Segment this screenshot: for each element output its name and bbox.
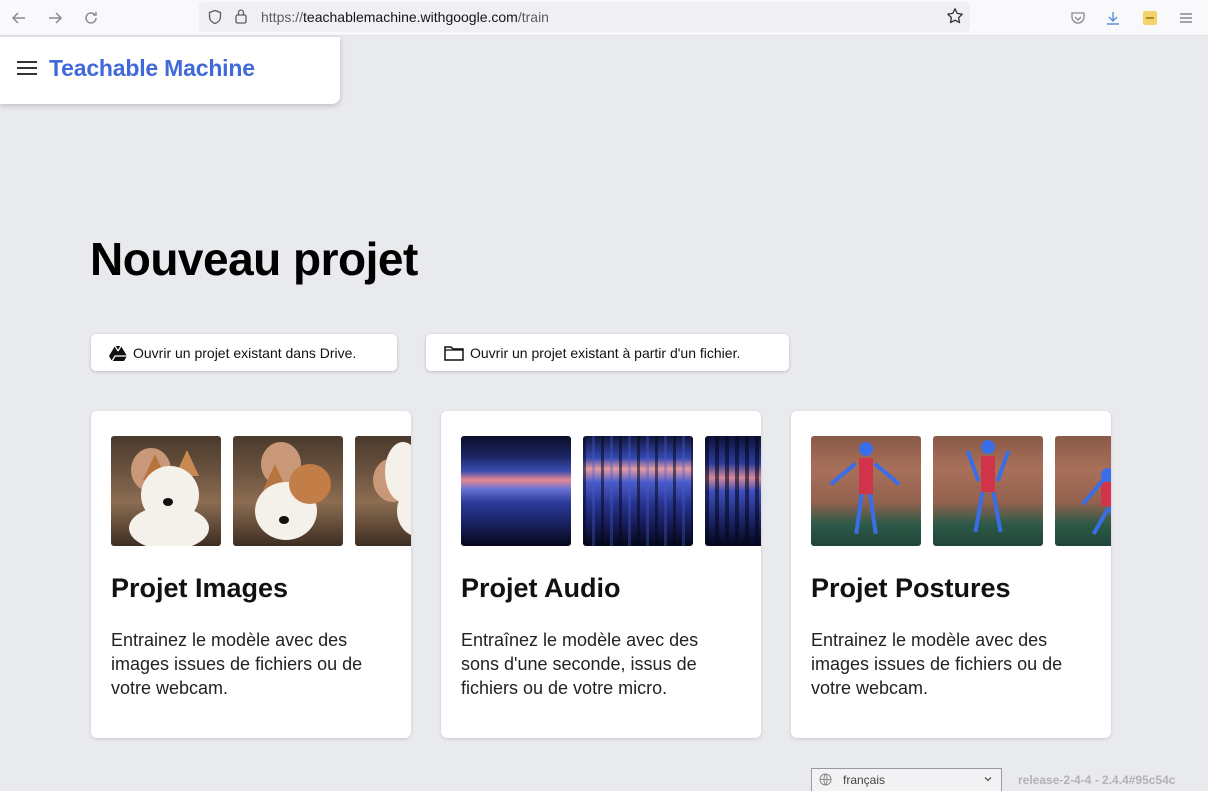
thumbnail-image: [355, 436, 411, 546]
google-drive-icon: [109, 345, 127, 361]
hamburger-menu-icon[interactable]: [1174, 6, 1198, 30]
pose-image: [933, 436, 1043, 546]
app-header: Teachable Machine: [0, 37, 340, 104]
image-project-card[interactable]: Projet Images Entrainez le modèle avec d…: [91, 411, 411, 738]
back-arrow-icon[interactable]: [7, 6, 31, 30]
card-title: Projet Audio: [461, 573, 621, 603]
audio-thumbnails: [461, 436, 761, 546]
card-title: Projet Postures: [811, 573, 1011, 603]
lock-icon[interactable]: [234, 8, 248, 29]
release-version: release-2-4-4 - 2.4.4#95c54c: [1018, 773, 1176, 787]
page-title: Nouveau projet: [90, 233, 418, 285]
card-description: Entrainez le modèle avec des images issu…: [111, 630, 363, 698]
pose-image: [811, 436, 921, 546]
open-drive-label: Ouvrir un projet existant dans Drive.: [133, 344, 357, 361]
language-value: français: [843, 773, 886, 787]
extension-icon[interactable]: [1138, 6, 1162, 30]
pose-image: [1055, 436, 1111, 546]
menu-icon[interactable]: [17, 61, 37, 77]
card-description: Entrainez le modèle avec des images issu…: [811, 630, 1063, 698]
spectrogram-image: [461, 436, 571, 546]
image-thumbnails: [111, 436, 411, 546]
audio-project-card[interactable]: Projet Audio Entraînez le modèle avec de…: [441, 411, 761, 738]
shield-icon[interactable]: [207, 9, 223, 30]
pocket-icon[interactable]: [1066, 6, 1090, 30]
forward-arrow-icon[interactable]: [43, 6, 67, 30]
folder-icon: [444, 345, 464, 361]
open-file-label: Ouvrir un projet existant à partir d'un …: [470, 344, 741, 361]
open-file-button[interactable]: Ouvrir un projet existant à partir d'un …: [426, 334, 789, 371]
pose-thumbnails: [811, 436, 1111, 546]
spectrogram-image: [583, 436, 693, 546]
globe-icon: [819, 773, 832, 789]
url-text[interactable]: https://teachablemachine.withgoogle.com/…: [261, 9, 549, 25]
open-drive-button[interactable]: Ouvrir un projet existant dans Drive.: [91, 334, 397, 371]
card-title: Projet Images: [111, 573, 289, 603]
language-select[interactable]: français: [811, 768, 1002, 791]
pose-project-card[interactable]: Projet Postures Entrainez le modèle avec…: [791, 411, 1111, 738]
star-icon[interactable]: [946, 7, 964, 30]
app-title[interactable]: Teachable Machine: [49, 55, 255, 82]
card-description: Entraînez le modèle avec des sons d'une …: [461, 630, 699, 698]
thumbnail-image: [233, 436, 343, 546]
spectrogram-image: [705, 436, 761, 546]
thumbnail-image: [111, 436, 221, 546]
browser-toolbar: https://teachablemachine.withgoogle.com/…: [0, 0, 1208, 36]
chevron-down-icon: [983, 773, 993, 787]
url-bar[interactable]: https://teachablemachine.withgoogle.com/…: [199, 2, 970, 32]
reload-icon[interactable]: [79, 6, 103, 30]
download-icon[interactable]: [1101, 6, 1125, 30]
